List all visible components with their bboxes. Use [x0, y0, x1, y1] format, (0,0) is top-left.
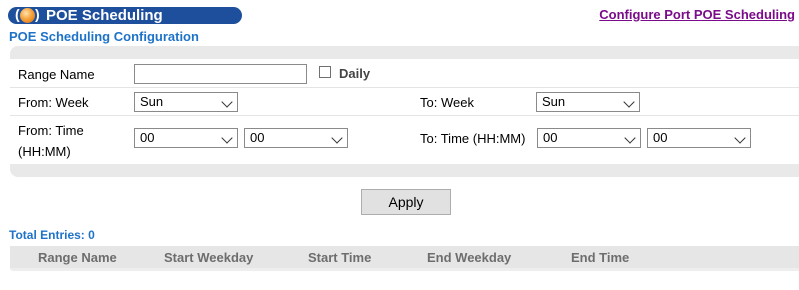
to-week-value: Sun	[542, 94, 566, 109]
from-hour-value: 00	[140, 130, 155, 145]
to-hour-value: 00	[543, 130, 558, 145]
page-title: POE Scheduling	[46, 7, 163, 24]
page-title-banner: ( ) POE Scheduling	[8, 6, 242, 24]
section-title: POE Scheduling Configuration	[9, 29, 199, 44]
to-minute-select[interactable]: 00	[647, 128, 751, 148]
column-header-end-time: End Time	[571, 250, 630, 265]
from-minute-value: 00	[250, 130, 265, 145]
column-header-start-weekday: Start Weekday	[164, 250, 254, 265]
column-header-range-name: Range Name	[38, 250, 117, 265]
table-header: Range Name Start Weekday Start Time End …	[10, 246, 799, 268]
configure-port-poe-scheduling-link[interactable]: Configure Port POE Scheduling	[599, 7, 795, 22]
week-row	[10, 88, 799, 116]
from-time-label-line1: From: Time	[18, 123, 84, 138]
to-time-label: To: Time (HH:MM)	[420, 131, 526, 146]
to-week-label: To: Week	[420, 95, 474, 110]
daily-label: Daily	[339, 66, 371, 81]
table-empty-body	[10, 268, 799, 271]
chevron-down-icon	[331, 132, 343, 144]
orb-icon	[20, 8, 35, 23]
chevron-down-icon	[734, 132, 746, 144]
chevron-down-icon	[623, 96, 635, 108]
title-paren-left: (	[15, 6, 20, 22]
to-minute-value: 00	[653, 130, 668, 145]
from-minute-select[interactable]: 00	[244, 128, 348, 148]
from-week-value: Sun	[140, 94, 164, 109]
from-time-label-line2: (HH:MM)	[18, 144, 71, 159]
to-week-select[interactable]: Sun	[536, 92, 640, 112]
chevron-down-icon	[624, 132, 636, 144]
range-name-row	[10, 59, 799, 88]
total-entries: Total Entries: 0	[9, 228, 95, 242]
range-name-input[interactable]	[134, 64, 307, 84]
from-week-label: From: Week	[18, 95, 89, 110]
chevron-down-icon	[221, 132, 233, 144]
column-header-start-time: Start Time	[308, 250, 372, 265]
daily-checkbox[interactable]	[319, 66, 331, 78]
chevron-down-icon	[221, 96, 233, 108]
from-hour-select[interactable]: 00	[134, 128, 238, 148]
title-paren-right: )	[35, 6, 40, 22]
column-header-end-weekday: End Weekday	[427, 250, 512, 265]
to-hour-select[interactable]: 00	[537, 128, 641, 148]
apply-button[interactable]: Apply	[361, 189, 451, 215]
range-name-label: Range Name	[18, 67, 95, 82]
from-week-select[interactable]: Sun	[134, 92, 238, 112]
